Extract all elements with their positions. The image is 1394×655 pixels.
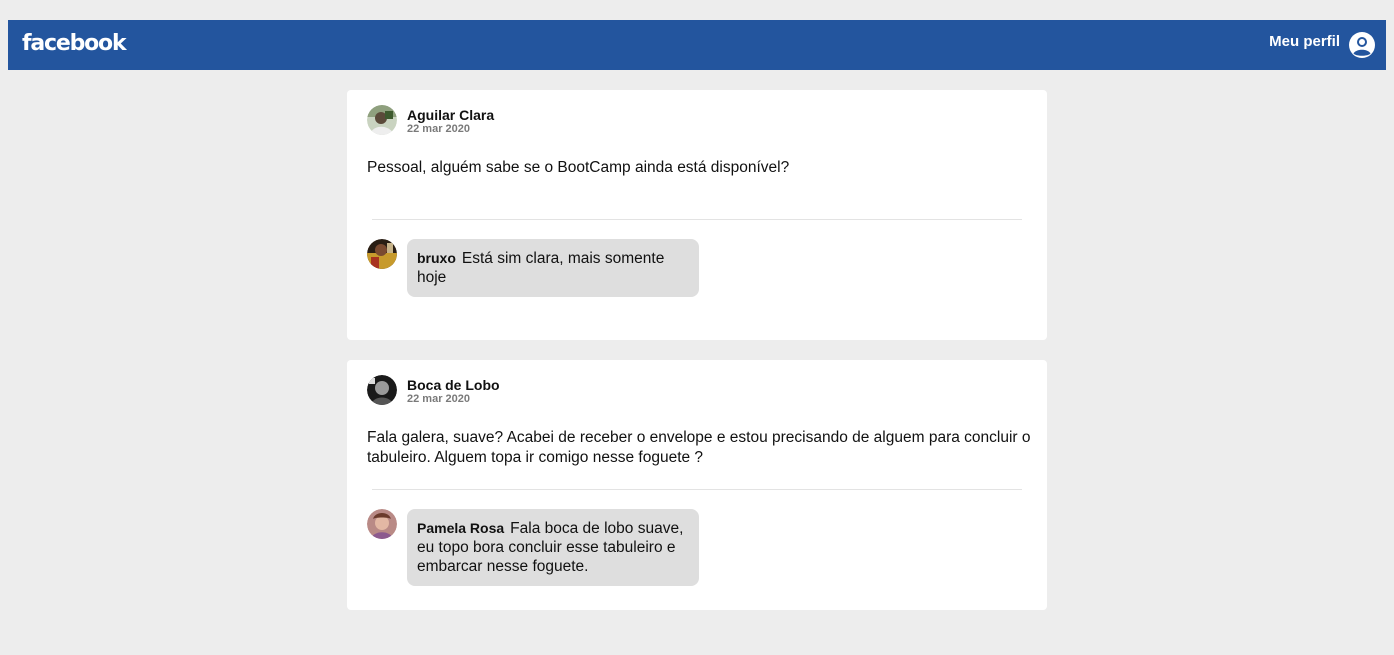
post-card: Aguilar Clara 22 mar 2020 Pessoal, algué…	[347, 90, 1047, 340]
author-name[interactable]: Boca de Lobo	[407, 377, 500, 393]
avatar[interactable]	[367, 105, 397, 135]
post-date: 22 mar 2020	[407, 123, 470, 135]
comment-author[interactable]: Pamela Rosa	[417, 520, 504, 536]
divider	[372, 219, 1022, 220]
profile-link[interactable]: Meu perfil	[1269, 31, 1376, 59]
facebook-logo[interactable]: facebook	[22, 30, 127, 58]
page: facebook Meu perfil Aguilar Clara 22 mar…	[0, 0, 1394, 655]
post-card: Boca de Lobo 22 mar 2020 Fala galera, su…	[347, 360, 1047, 610]
comment-author[interactable]: bruxo	[417, 250, 456, 266]
comment: Pamela Rosa Fala boca de lobo suave, eu t…	[367, 509, 699, 586]
post-text: Fala galera, suave? Acabei de receber o …	[367, 429, 1031, 466]
avatar[interactable]	[367, 375, 397, 405]
post-author: Aguilar Clara 22 mar 2020	[367, 105, 494, 136]
divider	[372, 489, 1022, 490]
avatar[interactable]	[367, 239, 397, 269]
user-circle-icon	[1349, 32, 1375, 58]
post-date: 22 mar 2020	[407, 393, 470, 405]
profile-label: Meu perfil	[1269, 33, 1340, 50]
post-author: Boca de Lobo 22 mar 2020	[367, 375, 500, 406]
post-text: Pessoal, alguém sabe se o BootCamp ainda…	[367, 159, 790, 176]
author-name[interactable]: Aguilar Clara	[407, 107, 494, 123]
avatar[interactable]	[367, 509, 397, 539]
comment-bubble: Pamela Rosa Fala boca de lobo suave, eu t…	[407, 509, 699, 586]
comment-bubble: bruxo Está sim clara, mais somente hoje	[407, 239, 699, 297]
top-navbar: facebook Meu perfil	[8, 20, 1386, 70]
comment: bruxo Está sim clara, mais somente hoje	[367, 239, 699, 297]
